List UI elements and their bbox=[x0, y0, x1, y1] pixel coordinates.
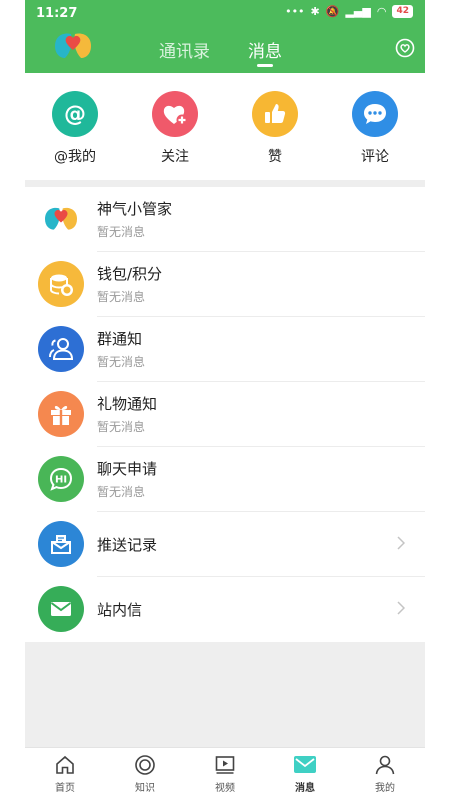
nav-label: 首页 bbox=[55, 783, 75, 794]
list-item-group-notice[interactable]: 群通知 暂无消息 bbox=[25, 317, 425, 382]
coins-icon bbox=[38, 261, 84, 307]
nav-label: 我的 bbox=[375, 783, 395, 794]
inbox-icon bbox=[38, 521, 84, 567]
favorites-heart-icon[interactable] bbox=[395, 38, 415, 58]
nav-label: 消息 bbox=[295, 783, 315, 794]
at-icon: @ bbox=[52, 91, 98, 137]
status-time: 11:27 bbox=[36, 6, 78, 21]
active-tab-indicator bbox=[257, 64, 273, 67]
list-item-push-history[interactable]: 推送记录 bbox=[25, 512, 425, 577]
list-item-subtitle: 暂无消息 bbox=[97, 225, 146, 239]
nav-label: 知识 bbox=[135, 783, 155, 794]
list-item-subtitle: 暂无消息 bbox=[97, 420, 146, 434]
chevron-right-icon bbox=[397, 536, 405, 550]
chat-hi-icon: HI bbox=[38, 456, 84, 502]
quick-action-label: 赞 bbox=[268, 149, 282, 165]
quick-action-mentions[interactable]: @ @我的 bbox=[40, 91, 110, 166]
group-icon bbox=[38, 326, 84, 372]
gift-icon bbox=[38, 391, 84, 437]
list-item-title: 群通知 bbox=[97, 330, 143, 348]
signal-icon: ▂▄▆ bbox=[345, 5, 371, 18]
nav-home[interactable]: 首页 bbox=[35, 754, 95, 794]
tab-contacts[interactable]: 通讯录 bbox=[159, 37, 210, 62]
battery-indicator: 42 bbox=[392, 5, 413, 18]
list-item-title: 聊天申请 bbox=[97, 460, 158, 478]
list-item-title: 钱包/积分 bbox=[97, 265, 163, 283]
quick-action-likes[interactable]: 赞 bbox=[240, 91, 310, 166]
quick-action-label: 关注 bbox=[161, 149, 189, 165]
bluetooth-icon: ✱ bbox=[310, 5, 320, 18]
home-icon bbox=[56, 755, 74, 774]
list-item-subtitle: 暂无消息 bbox=[97, 485, 146, 499]
mute-icon: 🔕 bbox=[325, 5, 340, 18]
video-icon bbox=[215, 756, 235, 774]
svg-text:HI: HI bbox=[55, 475, 67, 486]
message-list: 神气小管家 暂无消息 钱包/积分 暂无消息 群通知 暂无消息 礼物通知 暂无消息… bbox=[25, 187, 425, 642]
nav-label: 视频 bbox=[215, 783, 235, 794]
list-item-assistant[interactable]: 神气小管家 暂无消息 bbox=[25, 187, 425, 252]
top-bar: 11:27 ••• ✱ 🔕 ▂▄▆ ◠ 42 通讯录 消息 bbox=[25, 0, 425, 73]
wifi-icon: ◠ bbox=[376, 5, 387, 18]
svg-text:@: @ bbox=[64, 102, 86, 127]
quick-action-label: 评论 bbox=[361, 149, 389, 165]
nav-profile[interactable]: 我的 bbox=[355, 754, 415, 794]
more-dots-icon: ••• bbox=[285, 5, 305, 18]
mail-icon bbox=[38, 586, 84, 632]
list-item-title: 礼物通知 bbox=[97, 395, 158, 413]
list-item-gift-notice[interactable]: 礼物通知 暂无消息 bbox=[25, 382, 425, 447]
app-logo-icon bbox=[55, 33, 91, 58]
quick-action-label: @我的 bbox=[54, 149, 96, 165]
list-item-subtitle: 暂无消息 bbox=[97, 290, 146, 304]
nav-video[interactable]: 视频 bbox=[195, 754, 255, 794]
list-item-subtitle: 暂无消息 bbox=[97, 355, 146, 369]
chevron-right-icon bbox=[397, 601, 405, 615]
profile-icon bbox=[375, 755, 395, 775]
bottom-nav: 首页 知识 视频 消息 我的 bbox=[25, 747, 425, 800]
quick-actions: @ @我的 关注 赞 评论 bbox=[25, 73, 425, 180]
list-item-title: 神气小管家 bbox=[97, 200, 173, 218]
nav-knowledge[interactable]: 知识 bbox=[115, 754, 175, 794]
list-item-title: 站内信 bbox=[97, 601, 143, 619]
assistant-logo-icon bbox=[38, 196, 84, 242]
list-item-title: 推送记录 bbox=[97, 536, 158, 554]
app-screen: 11:27 ••• ✱ 🔕 ▂▄▆ ◠ 42 通讯录 消息 @ @我的 关注 赞… bbox=[25, 0, 425, 800]
heart-plus-icon bbox=[152, 91, 198, 137]
quick-action-comments[interactable]: 评论 bbox=[340, 91, 410, 166]
thumbs-up-icon bbox=[252, 91, 298, 137]
list-item-wallet[interactable]: 钱包/积分 暂无消息 bbox=[25, 252, 425, 317]
comment-icon bbox=[352, 91, 398, 137]
tab-messages[interactable]: 消息 bbox=[248, 37, 282, 62]
target-icon bbox=[135, 755, 155, 775]
nav-messages[interactable]: 消息 bbox=[275, 754, 335, 794]
quick-action-follow[interactable]: 关注 bbox=[140, 91, 210, 166]
message-icon bbox=[294, 756, 316, 773]
list-item-inbox[interactable]: 站内信 bbox=[25, 577, 425, 642]
status-icons: ••• ✱ 🔕 ▂▄▆ ◠ 42 bbox=[285, 5, 413, 18]
list-item-chat-request[interactable]: HI 聊天申请 暂无消息 bbox=[25, 447, 425, 512]
